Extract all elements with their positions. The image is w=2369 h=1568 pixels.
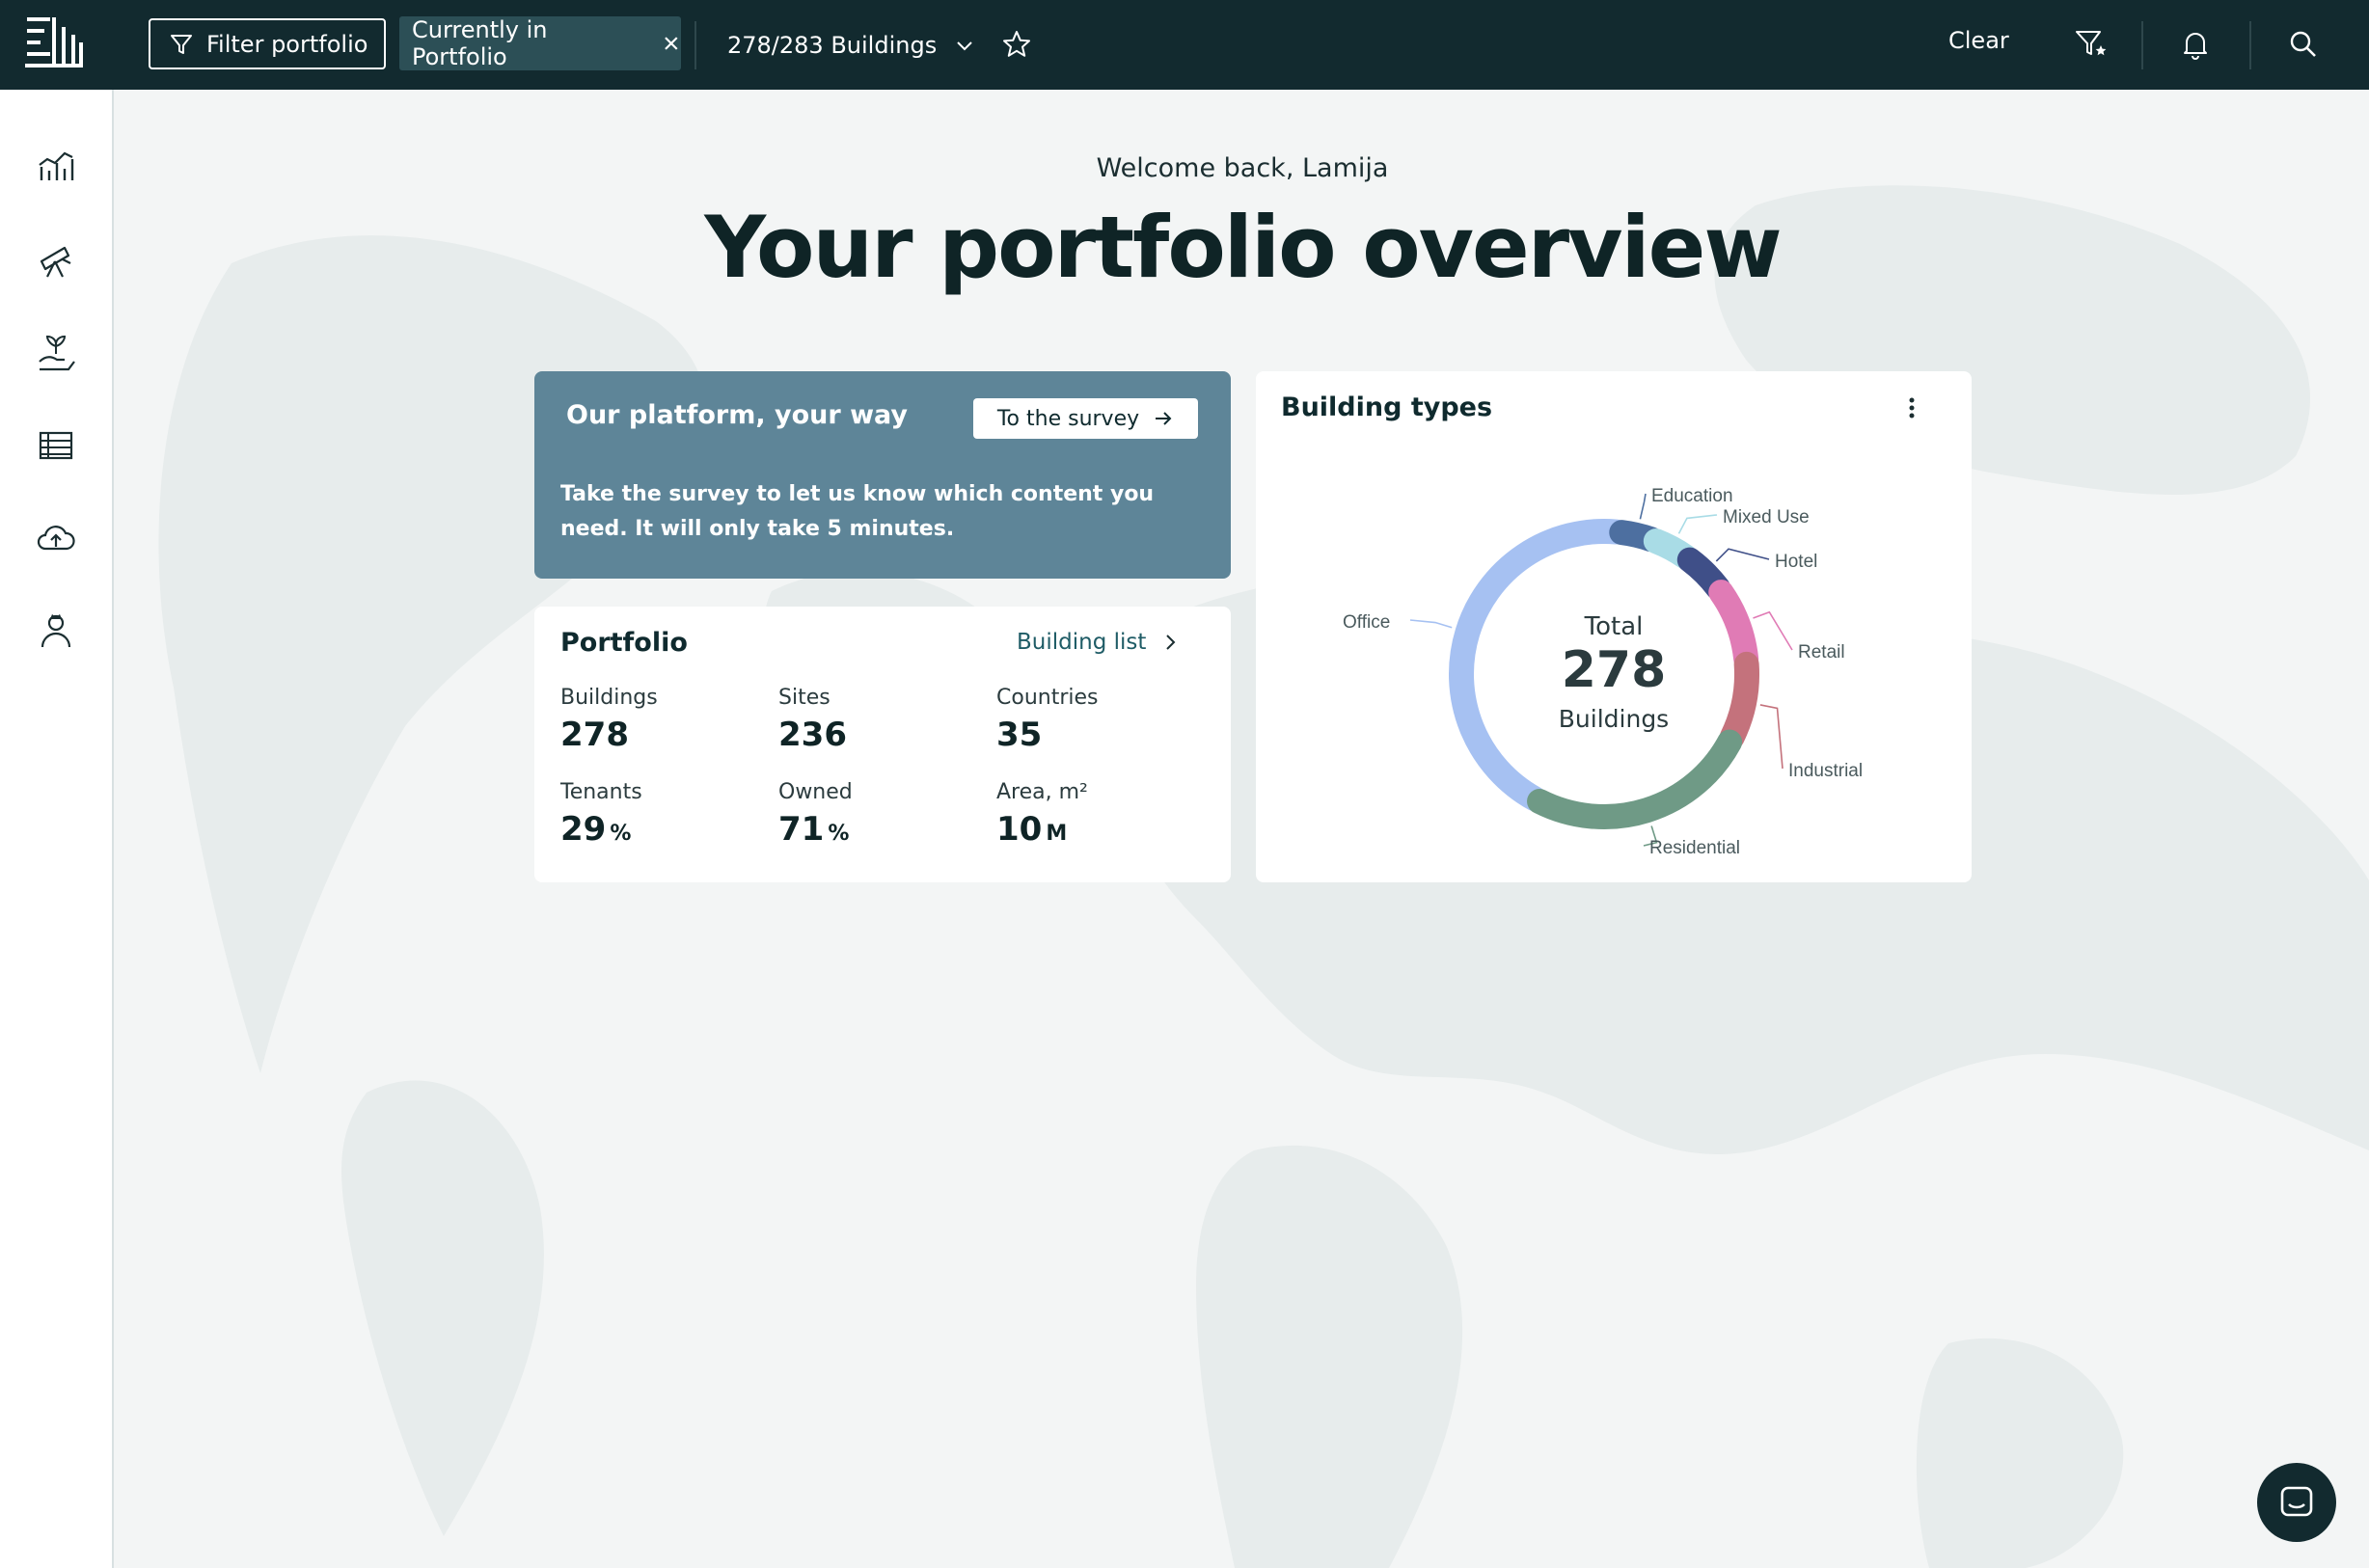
portfolio-card: Portfolio Building list Buildings 278 Si…	[534, 607, 1231, 882]
filter-icon	[171, 34, 192, 54]
buildings-select[interactable]: 278/283 Buildings	[727, 21, 975, 69]
filter-star-icon[interactable]	[2074, 27, 2109, 62]
donut-center-value: 278	[1561, 641, 1667, 699]
donut-label: Mixed Use	[1723, 507, 1810, 527]
building-types-card: Building types Office Education Mixed Use H…	[1256, 371, 1972, 882]
chart-icon[interactable]	[36, 148, 76, 188]
currently-in-portfolio-chip[interactable]: Currently in Portfolio	[399, 16, 681, 70]
divider	[2249, 21, 2251, 69]
filter-portfolio-button[interactable]: Filter portfolio	[149, 18, 386, 69]
bell-icon[interactable]	[2178, 27, 2213, 62]
stat-value: 35	[996, 716, 1099, 754]
main-content: Welcome back, Lamija Your portfolio over…	[116, 90, 2369, 1568]
stat-value: 278	[560, 716, 658, 754]
stat-area: Area, m² 10 M	[996, 780, 1088, 849]
leader-line	[1639, 493, 1647, 520]
stat-number: 71	[778, 810, 825, 849]
stat-unit: M	[1046, 822, 1068, 846]
stat-value: 71%	[778, 810, 853, 849]
search-icon[interactable]	[2286, 27, 2321, 62]
stat-unit: %	[610, 822, 632, 846]
arrow-right-icon	[1156, 412, 1172, 425]
donut-label: Hotel	[1775, 552, 1817, 572]
buildings-select-value: 278/283 Buildings	[727, 32, 938, 59]
table-icon[interactable]	[36, 425, 76, 466]
chat-launcher-button[interactable]	[2257, 1463, 2336, 1542]
stat-value: 10 M	[996, 810, 1088, 849]
world-map-background	[158, 185, 2369, 1568]
top-bar: Filter portfolio Currently in Portfolio …	[0, 0, 2369, 90]
leader-line	[1715, 548, 1770, 562]
stat-number: 10	[996, 810, 1043, 849]
stat-value: 29%	[560, 810, 642, 849]
telescope-icon[interactable]	[36, 240, 76, 281]
stat-unit: %	[828, 822, 850, 846]
leader-line	[1677, 514, 1718, 534]
donut-label: Residential	[1649, 838, 1740, 858]
upload-cloud-icon[interactable]	[36, 518, 76, 558]
person-icon[interactable]	[36, 610, 76, 651]
stat-buildings: Buildings 278	[560, 686, 658, 754]
divider	[2141, 21, 2143, 69]
star-icon[interactable]	[1001, 29, 1032, 60]
stat-number: 29	[560, 810, 607, 849]
survey-body: Take the survey to let us know which con…	[560, 482, 1155, 541]
portfolio-heading: Portfolio	[560, 628, 688, 658]
chat-icon	[2280, 1486, 2313, 1517]
stat-label: Buildings	[560, 686, 658, 710]
donut-center-bottom: Buildings	[1558, 705, 1670, 733]
to-the-survey-button[interactable]: To the survey	[973, 398, 1198, 439]
stat-number: 35	[996, 716, 1043, 754]
survey-heading: Our platform, your way	[566, 400, 909, 430]
survey-banner: Our platform, your way To the survey Tak…	[534, 371, 1231, 579]
stat-value: 236	[778, 716, 851, 754]
plant-hand-icon[interactable]	[36, 333, 76, 373]
stat-label: Area, m²	[996, 780, 1088, 804]
divider	[694, 21, 696, 69]
chevron-down-icon	[957, 41, 972, 51]
chevron-right-icon	[1166, 635, 1176, 650]
donut-label: Industrial	[1788, 761, 1863, 781]
stat-label: Sites	[778, 686, 831, 710]
stat-tenants: Tenants 29%	[560, 780, 642, 849]
sidebar: LH	[0, 90, 114, 1568]
stat-number: 236	[778, 716, 847, 754]
building-list-label: Building list	[1017, 630, 1147, 655]
stat-label: Owned	[778, 780, 853, 804]
stat-number: 278	[560, 716, 629, 754]
survey-button-label: To the survey	[996, 406, 1140, 431]
filter-portfolio-label: Filter portfolio	[206, 30, 368, 58]
stat-label: Tenants	[560, 780, 642, 804]
donut-center-top: Total	[1584, 612, 1644, 641]
stat-label: Countries	[996, 686, 1099, 710]
welcome-text: Welcome back, Lamija	[1096, 153, 1389, 183]
building-list-link[interactable]: Building list	[1017, 630, 1179, 655]
stat-countries: Countries 35	[996, 686, 1099, 754]
donut-slice-residential[interactable]	[1527, 729, 1743, 829]
donut-label: Education	[1651, 486, 1733, 506]
close-icon[interactable]	[662, 34, 681, 53]
stat-sites: Sites 236	[778, 686, 851, 754]
chip-label: Currently in Portfolio	[412, 16, 548, 70]
stat-owned: Owned 71%	[778, 780, 853, 849]
clear-button[interactable]: Clear	[1948, 27, 2009, 54]
app-logo-icon[interactable]	[23, 14, 85, 69]
page-title: Your portfolio overview	[704, 198, 1782, 297]
